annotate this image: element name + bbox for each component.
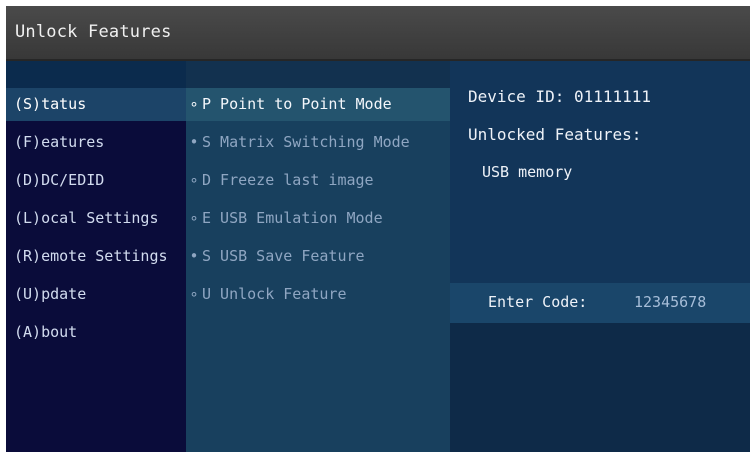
unlocked-features-label: Unlocked Features: (468, 125, 642, 144)
feature-label: P Point to Point Mode (202, 95, 392, 113)
feature-label: S USB Save Feature (202, 247, 365, 265)
menu-item-status[interactable]: (S)tatus (6, 88, 186, 121)
feature-list: ∘ P Point to Point Mode • S Matrix Switchi… (186, 61, 450, 452)
feature-label: D Freeze last image (202, 171, 374, 189)
bullet-icon: • (189, 247, 199, 265)
feature-item-freeze-last-image[interactable]: ∘ D Freeze last image (186, 164, 450, 197)
unlock-features-screen: Unlock Features (S)tatus (F)eatures (D)D… (6, 6, 750, 452)
menu-item-local-settings[interactable]: (L)ocal Settings (6, 202, 186, 235)
feature-label: S Matrix Switching Mode (202, 133, 410, 151)
code-input[interactable]: 12345678 (634, 293, 706, 311)
title-bar: Unlock Features (6, 6, 750, 61)
status-panel: Device ID: 01111111 Unlocked Features: U… (450, 61, 750, 452)
bullet-icon: ∘ (189, 285, 199, 303)
menu-item-ddc-edid[interactable]: (D)DC/EDID (6, 164, 186, 197)
window-title: Unlock Features (15, 22, 172, 42)
enter-code-label: Enter Code: (488, 293, 588, 311)
feature-item-point-to-point[interactable]: ∘ P Point to Point Mode (186, 88, 450, 121)
device-id: Device ID: 01111111 (468, 87, 652, 106)
menu-item-update[interactable]: (U)pdate (6, 278, 186, 311)
main-menu: (S)tatus (F)eatures (D)DC/EDID (L)ocal S… (6, 61, 186, 452)
menu-item-about[interactable]: (A)bout (6, 316, 186, 349)
feature-item-usb-save[interactable]: • S USB Save Feature (186, 240, 450, 273)
feature-item-matrix-switching[interactable]: • S Matrix Switching Mode (186, 126, 450, 159)
unlocked-feature-item: USB memory (482, 163, 573, 181)
feature-label: E USB Emulation Mode (202, 209, 383, 227)
device-info: Device ID: 01111111 Unlocked Features: U… (450, 61, 750, 283)
menu-item-features[interactable]: (F)eatures (6, 126, 186, 159)
code-entry-row[interactable]: Enter Code: 12345678 (450, 283, 750, 323)
lower-panel (450, 323, 750, 452)
bullet-icon: ∘ (189, 95, 199, 113)
feature-item-usb-emulation[interactable]: ∘ E USB Emulation Mode (186, 202, 450, 235)
bullet-icon: • (189, 133, 199, 151)
feature-item-unlock-feature[interactable]: ∘ U Unlock Feature (186, 278, 450, 311)
menu-header-band (6, 61, 186, 88)
bullet-icon: ∘ (189, 209, 199, 227)
menu-item-remote-settings[interactable]: (R)emote Settings (6, 240, 186, 273)
feature-header-band (186, 61, 450, 88)
feature-label: U Unlock Feature (202, 285, 347, 303)
bullet-icon: ∘ (189, 171, 199, 189)
